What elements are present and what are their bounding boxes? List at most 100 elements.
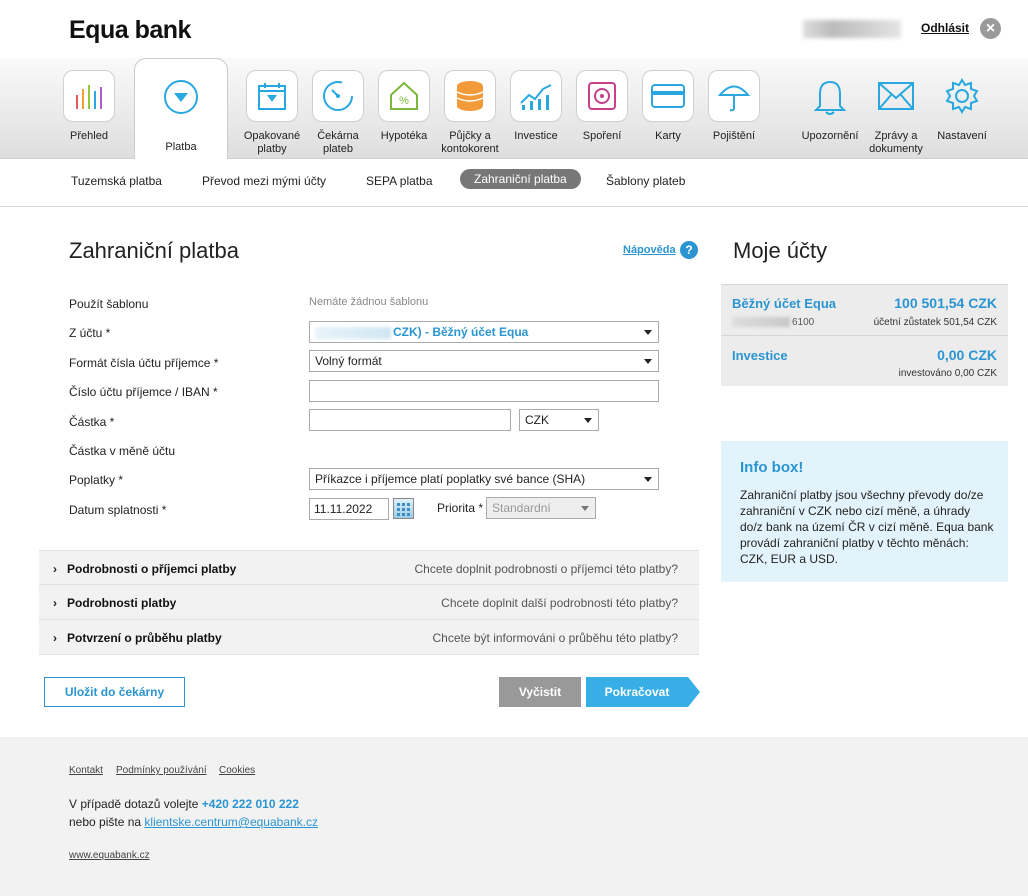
priority-value: Standardní — [492, 501, 551, 515]
save-to-waiting-button[interactable]: Uložit do čekárny — [44, 677, 185, 707]
accordion-hint: Chcete být informováni o průběhu této pl… — [432, 631, 678, 645]
nav-label: Přehled — [70, 130, 108, 142]
currency-value: CZK — [525, 413, 549, 427]
subnav-prevod-mezi-ucty[interactable]: Převod mezi mými účty — [202, 174, 326, 188]
template-label: Použít šablonu — [69, 297, 149, 311]
continue-button[interactable]: Pokračovat — [586, 677, 700, 707]
footer-phone[interactable]: +420 222 010 222 — [202, 797, 299, 811]
from-account-label: Z účtu * — [69, 326, 111, 340]
account-number-tail: 6100 — [792, 317, 815, 328]
fees-select[interactable]: Příkazce i příjemce platí poplatky své b… — [309, 468, 659, 490]
chevron-down-icon — [644, 330, 652, 335]
safe-icon — [576, 70, 628, 122]
page-title: Zahraniční platba — [69, 238, 239, 263]
nav-label: Upozornění — [801, 130, 859, 142]
chevron-down-icon — [581, 506, 589, 511]
nav-item-prehled[interactable]: Přehled — [59, 70, 119, 143]
account-number-redacted — [732, 317, 790, 328]
nav-label: Spoření — [582, 130, 622, 142]
close-icon[interactable]: × — [980, 18, 1001, 39]
from-account-value: CZK) - Běžný účet Equa — [393, 325, 529, 339]
umbrella-icon — [708, 70, 760, 122]
account-name[interactable]: Investice — [732, 348, 788, 363]
chevron-down-icon — [584, 418, 592, 423]
accounts-panel: Běžný účet Equa 100 501,54 CZK 6100 účet… — [721, 284, 1008, 386]
nav-label: Zprávy a dokumenty — [869, 130, 923, 155]
line-chart-icon — [510, 70, 562, 122]
footer: Kontakt Podmínky používání Cookies V pří… — [0, 737, 1028, 896]
info-box-text: Zahraniční platby jsou všechny převody d… — [740, 488, 994, 566]
subnav-sepa-platba[interactable]: SEPA platba — [366, 174, 433, 188]
footer-email-link[interactable]: klientske.centrum@equabank.cz — [144, 815, 318, 829]
nav-item-platba[interactable]: Platba — [134, 58, 228, 159]
chevron-right-icon: › — [53, 562, 57, 576]
amount-label: Částka * — [69, 415, 115, 429]
calendar-icon — [246, 70, 298, 122]
amount-account-currency-label: Částka v měně účtu — [69, 444, 176, 458]
nav-item-zpravy[interactable]: Zprávy a dokumenty — [866, 70, 926, 156]
priority-label: Priorita * — [437, 501, 484, 515]
chevron-down-icon — [644, 359, 652, 364]
account-name[interactable]: Běžný účet Equa — [732, 296, 836, 311]
footer-contact-line: V případě dotazů volejte +420 222 010 22… — [69, 797, 299, 811]
accordion-payment-confirmation[interactable]: › Potvrzení o průběhu platby Chcete být … — [39, 620, 699, 655]
account-row[interactable]: Investice 0,00 CZK investováno 0,00 CZK — [721, 336, 1008, 387]
nav-label: Půjčky a kontokorent — [441, 130, 499, 155]
template-note: Nemáte žádnou šablonu — [309, 296, 429, 308]
nav-item-sporeni[interactable]: Spoření — [572, 70, 632, 143]
nav-item-pojisteni[interactable]: Pojištění — [704, 70, 764, 143]
account-row[interactable]: Běžný účet Equa 100 501,54 CZK 6100 účet… — [721, 285, 1008, 336]
nav-item-opakovane-platby[interactable]: Opakované platby — [242, 70, 302, 156]
calendar-picker-icon[interactable] — [393, 498, 414, 519]
nav-label: Čekárna plateb — [317, 130, 359, 155]
footer-link-cookies[interactable]: Cookies — [219, 765, 255, 776]
info-box-title: Info box! — [740, 459, 804, 476]
nav-label: Nastavení — [937, 130, 987, 142]
nav-item-upozorneni[interactable]: Upozornění — [800, 70, 860, 143]
page: Equa bank Odhlásit × Přehled Platba Opak… — [0, 0, 1028, 896]
accordion-hint: Chcete doplnit podrobnosti o příjemci té… — [414, 562, 679, 576]
nav-item-cekarna-plateb[interactable]: Čekárna plateb — [308, 70, 368, 156]
nav-label: Investice — [514, 130, 558, 142]
amount-input[interactable] — [309, 409, 511, 431]
clock-icon — [312, 70, 364, 122]
info-box: Info box! Zahraniční platby jsou všechny… — [721, 441, 1008, 582]
footer-link-contact[interactable]: Kontakt — [69, 765, 103, 776]
nav-label: Karty — [655, 130, 681, 142]
chevron-right-icon: › — [53, 596, 57, 610]
help-link[interactable]: Nápověda — [623, 244, 676, 256]
nav-item-nastaveni[interactable]: Nastavení — [932, 70, 992, 143]
currency-select[interactable]: CZK — [519, 409, 599, 431]
chevron-right-icon: › — [53, 631, 57, 645]
footer-site-link[interactable]: www.equabank.cz — [69, 850, 150, 861]
nav-item-karty[interactable]: Karty — [638, 70, 698, 143]
priority-select: Standardní — [486, 497, 596, 519]
equa-bank-logo[interactable]: Equa bank — [69, 16, 191, 45]
clear-button[interactable]: Vyčistit — [499, 677, 581, 707]
help-icon[interactable]: ? — [680, 241, 698, 259]
my-accounts-title: Moje účty — [733, 238, 828, 263]
account-format-select[interactable]: Volný formát — [309, 350, 659, 372]
nav-item-hypoteka[interactable]: % Hypotéka — [374, 70, 434, 143]
footer-email-line: nebo pište na klientske.centrum@equabank… — [69, 815, 318, 829]
nav-label: Pojištění — [712, 130, 756, 142]
nav-item-investice[interactable]: Investice — [506, 70, 566, 143]
footer-link-terms[interactable]: Podmínky používání — [116, 765, 207, 776]
logout-link[interactable]: Odhlásit — [921, 21, 969, 35]
accordion-title: Potvrzení o průběhu platby — [67, 631, 222, 645]
from-account-select[interactable]: CZK) - Běžný účet Equa — [309, 321, 659, 343]
iban-input[interactable] — [309, 380, 659, 402]
accordion-recipient-details[interactable]: › Podrobnosti o příjemci platby Chcete d… — [39, 550, 699, 585]
subnav-tuzemska-platba[interactable]: Tuzemská platba — [71, 174, 162, 188]
subnav-zahranicni-platba[interactable]: Zahraniční platba — [460, 169, 581, 189]
bar-chart-icon — [63, 70, 115, 122]
subnav-sablony-plateb[interactable]: Šablony plateb — [606, 174, 685, 188]
accordion-payment-details[interactable]: › Podrobnosti platby Chcete doplnit dalš… — [39, 585, 699, 620]
nav-item-pujcky[interactable]: Půjčky a kontokorent — [440, 70, 500, 156]
due-date-input[interactable]: 11.11.2022 — [309, 498, 389, 520]
main-nav: Přehled Platba Opakované platby Čekárna … — [0, 58, 1028, 159]
format-label: Formát čísla účtu příjemce * — [69, 356, 219, 370]
payment-icon — [155, 71, 207, 123]
account-format-value: Volný formát — [315, 354, 382, 368]
account-amount: 0,00 CZK — [937, 347, 997, 363]
